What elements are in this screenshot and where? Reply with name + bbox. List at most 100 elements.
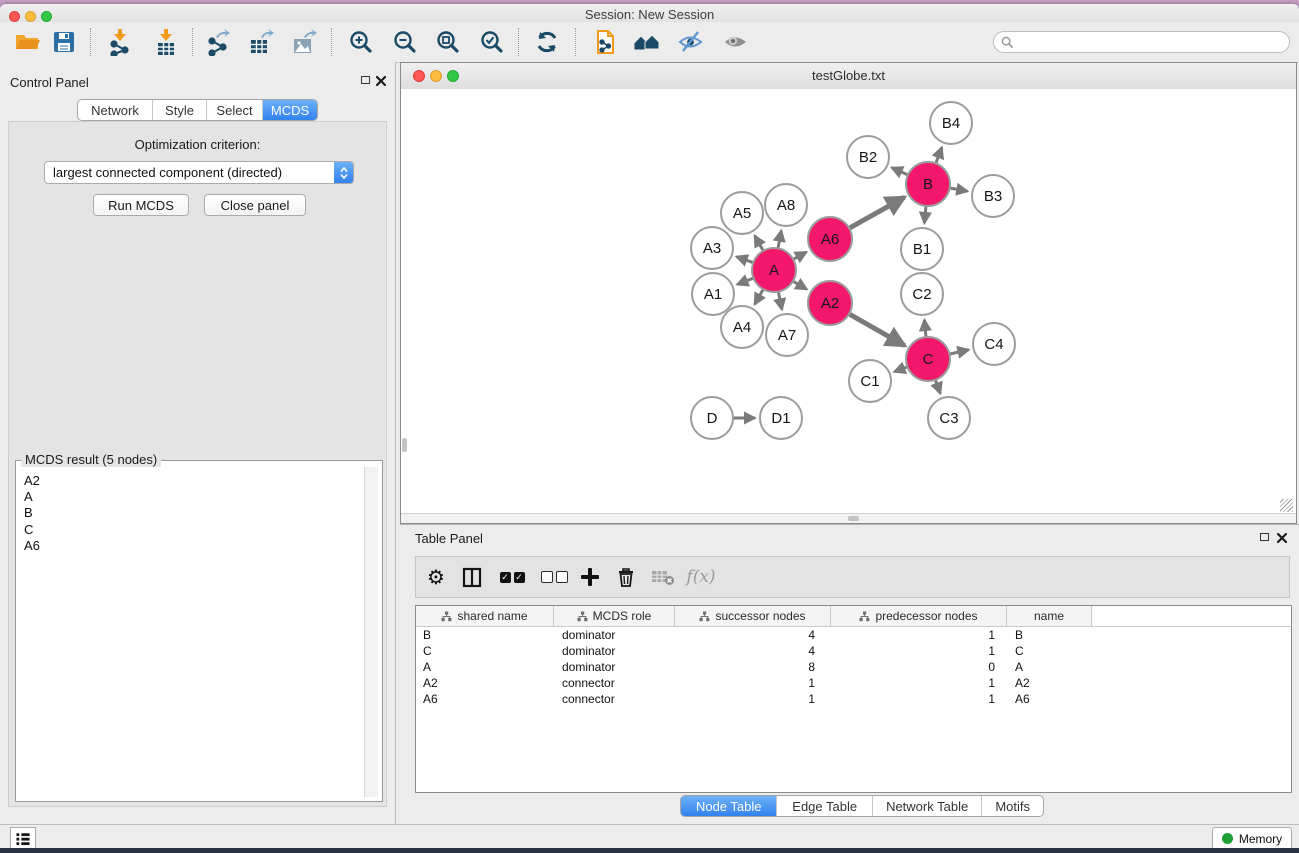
table-settings-button[interactable]: ⚙ [422,557,450,597]
tab-select[interactable]: Select [206,100,262,120]
mcds-result-item[interactable]: A [24,489,364,505]
refresh-view-button[interactable] [531,27,563,57]
table-row[interactable]: A6connector11A6 [416,691,1291,707]
table-row[interactable]: Adominator80A [416,659,1291,675]
float-panel-icon[interactable] [361,76,370,84]
app-titlebar[interactable]: Session: New Session [0,4,1299,23]
create-column-button[interactable] [576,557,604,597]
unchecked-checkboxes-icon [541,571,568,583]
table-row[interactable]: Bdominator41B [416,627,1291,643]
table-row[interactable]: Cdominator41C [416,643,1291,659]
import-network-button[interactable] [104,27,136,57]
search-input[interactable] [1018,33,1289,51]
table-cell[interactable]: dominator [554,644,675,658]
mcds-result-title: MCDS result (5 nodes) [21,452,161,467]
show-graphics-details-button[interactable] [720,27,752,57]
criterion-select[interactable]: largest connected component (directed) [44,161,354,184]
show-panels-button[interactable] [10,827,36,850]
network-horizontal-scrollbar[interactable] [848,516,859,521]
table-cell[interactable]: 1 [831,628,1007,642]
graph-node-label-D1: D1 [771,410,790,427]
network-vertical-scrollbar[interactable] [402,438,407,452]
column-header-successor-nodes[interactable]: successor nodes [675,606,831,626]
deselect-all-button[interactable] [538,557,570,597]
table-cell[interactable]: C [1007,644,1092,658]
table-cell[interactable]: A6 [416,692,554,706]
tab-network-table[interactable]: Network Table [872,796,981,816]
save-session-button[interactable] [48,27,80,57]
app-window-title: Session: New Session [0,7,1299,22]
zoom-out-button[interactable] [389,27,421,57]
columns-icon [462,567,482,588]
network-graph[interactable]: AA1A2A3A4A5A6A7A8BB1B2B3B4CC1C2C3C4DD1 [402,89,1297,513]
mcds-result-item[interactable]: A2 [24,473,364,489]
table-cell[interactable]: A [416,660,554,674]
close-panel-button[interactable]: Close panel [204,194,306,216]
tab-edge-table[interactable]: Edge Table [776,796,871,816]
show-columns-button[interactable] [458,557,486,597]
export-image-button[interactable] [288,27,320,57]
zoom-selected-button[interactable] [476,27,508,57]
table-cell[interactable]: connector [554,692,675,706]
table-cell[interactable]: 1 [675,692,831,706]
table-cell[interactable]: 4 [675,628,831,642]
table-cell[interactable]: 1 [831,692,1007,706]
select-all-button[interactable]: ✓✓ [496,557,528,597]
run-mcds-button[interactable]: Run MCDS [93,194,189,216]
mcds-result-list[interactable]: A2ABCA6 [17,467,364,800]
export-table-button[interactable] [245,27,277,57]
zoom-in-button[interactable] [345,27,377,57]
function-builder-button[interactable]: f(x) [684,557,718,597]
export-network-button[interactable] [201,27,233,57]
table-row[interactable]: A2connector11A2 [416,675,1291,691]
delete-table-button[interactable] [648,557,678,597]
search-box[interactable] [993,31,1290,53]
column-header-MCDS-role[interactable]: MCDS role [554,606,675,626]
home-overview-button[interactable] [631,27,663,57]
network-window-titlebar[interactable]: testGlobe.txt [401,63,1296,90]
hide-graphics-details-button[interactable] [675,27,707,57]
table-cell[interactable]: dominator [554,628,675,642]
tab-motifs[interactable]: Motifs [981,796,1043,816]
float-table-panel-icon[interactable] [1260,533,1269,541]
table-cell[interactable]: A2 [1007,676,1092,690]
node-table[interactable]: shared nameMCDS rolesuccessor nodesprede… [415,605,1292,793]
network-view-window[interactable]: testGlobe.txt AA1A2A3A4A5A6A7A8BB1B2B3B4… [400,62,1297,524]
tab-style[interactable]: Style [152,100,206,120]
table-cell[interactable]: B [416,628,554,642]
close-panel-icon[interactable] [376,76,386,86]
memory-button[interactable]: Memory [1212,827,1292,850]
mcds-result-scrollbar[interactable] [364,467,378,797]
table-cell[interactable]: 4 [675,644,831,658]
table-cell[interactable]: B [1007,628,1092,642]
table-cell[interactable]: C [416,644,554,658]
network-resize-grip[interactable] [1280,499,1293,512]
table-cell[interactable]: dominator [554,660,675,674]
import-table-button[interactable] [150,27,182,57]
column-header-predecessor-nodes[interactable]: predecessor nodes [831,606,1007,626]
table-cell[interactable]: 8 [675,660,831,674]
mcds-result-item[interactable]: C [24,522,364,538]
table-cell[interactable]: 0 [831,660,1007,674]
export-network-icon [203,28,231,56]
table-cell[interactable]: connector [554,676,675,690]
column-header-shared-name[interactable]: shared name [416,606,554,626]
table-cell[interactable]: 1 [831,644,1007,658]
mcds-result-item[interactable]: A6 [24,538,364,554]
open-session-button[interactable] [11,27,43,57]
table-cell[interactable]: 1 [831,676,1007,690]
network-document-button[interactable] [589,27,621,57]
delete-columns-button[interactable] [612,557,640,597]
mcds-result-item[interactable]: B [24,505,364,521]
import-network-icon [106,28,134,56]
tab-mcds[interactable]: MCDS [262,100,317,120]
table-cell[interactable]: A6 [1007,692,1092,706]
column-header-name[interactable]: name [1007,606,1092,626]
close-table-panel-icon[interactable] [1277,533,1287,543]
tab-network[interactable]: Network [78,100,152,120]
table-cell[interactable]: A [1007,660,1092,674]
table-cell[interactable]: A2 [416,676,554,690]
zoom-fit-button[interactable] [432,27,464,57]
tab-node-table[interactable]: Node Table [681,796,776,816]
table-cell[interactable]: 1 [675,676,831,690]
